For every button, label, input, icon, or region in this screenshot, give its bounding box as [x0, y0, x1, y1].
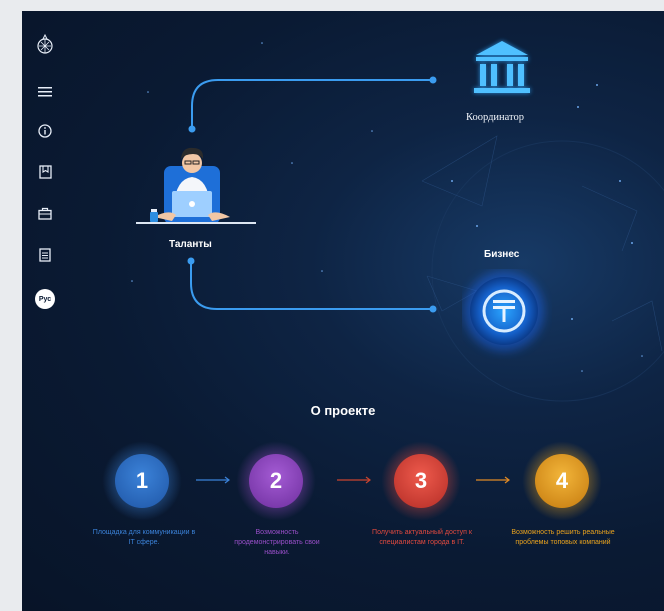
talents-label: Таланты — [169, 239, 212, 250]
connector-talents-coordinator — [191, 79, 432, 129]
main-panel: Рус Координатор Таланты Бизнес О проекте… — [22, 11, 664, 611]
connector-dot — [429, 76, 437, 84]
step-description: Возможность решить реальные проблемы топ… — [511, 529, 615, 546]
coordinator-node[interactable]: Координатор — [462, 37, 542, 137]
step-3: 3 — [381, 441, 461, 521]
government-building-icon — [474, 41, 530, 93]
step-description: Площадка для коммуникации в IT сфере. — [92, 529, 196, 546]
connector-lines — [187, 76, 437, 313]
step-number: 1 — [115, 454, 169, 508]
connector-dot — [429, 305, 437, 313]
step-4: 4 — [522, 441, 602, 521]
step-description: Возможность продемонстрировать свои навы… — [234, 529, 320, 556]
about-title: О проекте — [310, 403, 376, 418]
arrow-right-icon — [196, 476, 230, 484]
step-2: 2 — [236, 441, 316, 521]
talents-node[interactable]: Таланты — [114, 141, 259, 256]
business-label: Бизнес — [484, 249, 520, 260]
tenge-coin-icon — [464, 271, 544, 351]
coordinator-label: Координатор — [466, 112, 525, 123]
arrow-right-icon — [337, 476, 371, 484]
business-node[interactable]: Бизнес — [462, 249, 552, 359]
step-number: 4 — [535, 454, 589, 508]
step-number: 3 — [394, 454, 448, 508]
step-1: 1 — [102, 441, 182, 521]
connector-talents-business — [190, 261, 432, 310]
connector-dot — [187, 257, 195, 265]
arrow-right-icon — [476, 476, 510, 484]
connector-dot — [188, 125, 196, 133]
step-description: Получить актуальный доступ к специалиста… — [372, 529, 472, 546]
developer-illustration — [136, 147, 256, 224]
step-number: 2 — [249, 454, 303, 508]
